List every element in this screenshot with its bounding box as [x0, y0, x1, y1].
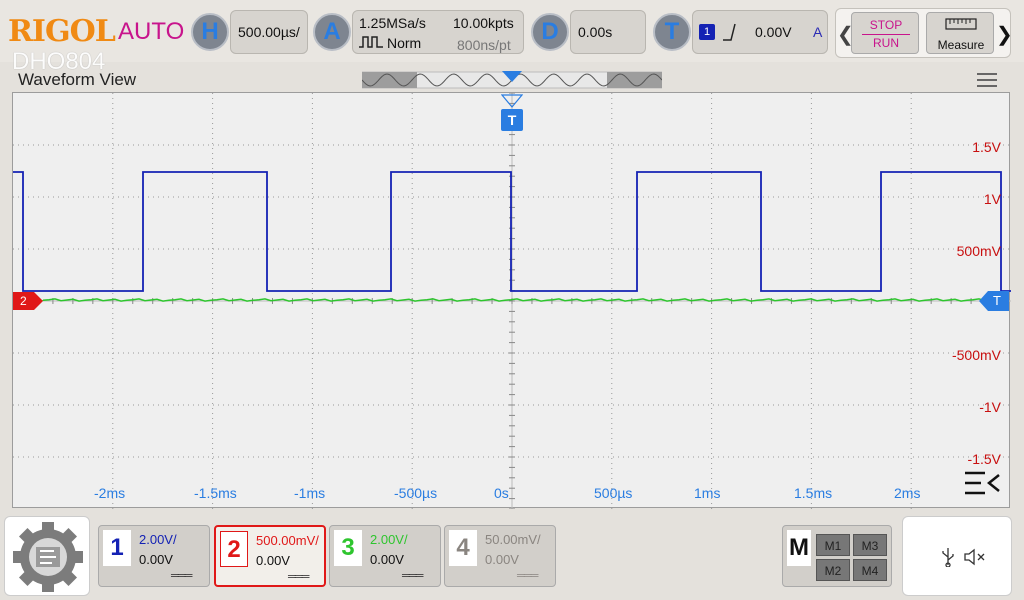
trigger-time-marker[interactable]: T — [501, 109, 523, 131]
stop-label: STOP — [869, 18, 903, 32]
acquire-badge[interactable]: A — [313, 13, 351, 51]
trigger-level: 0.00V — [755, 24, 792, 40]
ruler-icon — [945, 18, 977, 30]
waveform-display[interactable]: T 2 T 1.5V 1V 500mV -500mV -1V -1.5V -2ms -1.5… — [12, 92, 1011, 509]
channel-1-trace — [13, 171, 1011, 292]
run-label: RUN — [873, 36, 899, 50]
trigger-time-arrow — [501, 94, 523, 108]
channel-3-coupling: ═══ — [402, 570, 423, 582]
channel-3-trace — [42, 298, 992, 302]
math-m3-button[interactable]: M3 — [853, 534, 887, 556]
rigol-logo: RIGOL — [8, 14, 116, 49]
channel-3-panel[interactable]: 3 2.00V/ 0.00V ═══ — [329, 525, 441, 587]
run-stop-divider — [862, 34, 910, 35]
mute-icon[interactable] — [963, 547, 987, 567]
traces — [13, 171, 1011, 302]
time-axis-label: -2ms — [94, 485, 126, 501]
channel-1-panel[interactable]: 1 2.00V/ 0.00V ═══ — [98, 525, 210, 587]
voltage-axis-label: -500mV — [951, 347, 1001, 363]
delay-button[interactable]: 0.00s — [570, 10, 646, 54]
voltage-axis-label: -1V — [979, 399, 1001, 415]
horizontal-scale-button[interactable]: 500.00µs/ — [230, 10, 308, 54]
voltage-axis-label: -1.5V — [967, 451, 1001, 467]
trigger-status: AUTO — [118, 18, 185, 45]
channel-1-offset: 0.00V — [139, 552, 173, 567]
acquire-button[interactable]: 1.25MSa/s 10.00kpts Norm 800ns/pt — [352, 10, 524, 54]
time-axis-label: 0s — [494, 485, 509, 501]
sample-rate: 1.25MSa/s — [359, 15, 426, 31]
gear-logo-icon — [13, 522, 83, 592]
run-stop-button[interactable]: STOP RUN — [851, 12, 919, 54]
home-button[interactable] — [4, 516, 90, 596]
delay-badge[interactable]: D — [531, 13, 569, 51]
voltage-axis-label: 1.5V — [972, 139, 1001, 155]
channel-1-coupling: ═══ — [171, 570, 192, 582]
time-axis-label: 1.5ms — [794, 485, 833, 501]
time-axis-label: -1.5ms — [194, 485, 237, 501]
math-m1-button[interactable]: M1 — [816, 534, 850, 556]
channel-2-offset: 0.00V — [256, 553, 290, 568]
time-axis-label: 1ms — [694, 485, 721, 501]
channel-3-number: 3 — [334, 530, 362, 566]
horizontal-badge[interactable]: H — [191, 13, 229, 51]
channel-2-coupling: ═══ — [288, 571, 309, 583]
usb-icon — [942, 548, 954, 567]
channel-2-scale: 500.00mV/ — [256, 533, 319, 548]
time-axis-label: 2ms — [894, 485, 921, 501]
channel-2-panel[interactable]: 2 500.00mV/ 0.00V ═══ — [214, 525, 326, 587]
channel-4-scale: 50.00mV/ — [485, 532, 541, 547]
acquire-mode-icon — [359, 36, 383, 48]
channel-4-coupling: ═══ — [517, 570, 538, 582]
trigger-button[interactable]: 1 0.00V A — [692, 10, 828, 54]
top-bar: RIGOL AUTO DHO804 H 500.00µs/ A 1.25MSa/… — [0, 0, 1024, 75]
channel-4-offset: 0.00V — [485, 552, 519, 567]
channel-3-scale: 2.00V/ — [370, 532, 408, 547]
trigger-source: 1 — [699, 24, 715, 40]
rising-edge-icon — [723, 23, 736, 41]
acquire-mode: Norm — [387, 35, 422, 51]
channel-4-number: 4 — [449, 530, 477, 566]
math-label: M — [787, 530, 811, 566]
measure-button[interactable]: Measure — [926, 12, 994, 54]
memory-depth: 10.00kpts — [453, 15, 514, 31]
trigger-mode: A — [813, 24, 823, 40]
sample-interval: 800ns/pt — [457, 37, 511, 53]
math-m4-button[interactable]: M4 — [853, 559, 887, 581]
collapse-menu-icon[interactable] — [963, 469, 1003, 497]
waveform-view-title: Waveform View — [18, 70, 137, 89]
math-panel[interactable]: M M1 M3 M2 M4 — [782, 525, 892, 587]
time-axis-label: -1ms — [294, 485, 326, 501]
menu-icon[interactable] — [976, 72, 998, 88]
time-axis-label: -500µs — [394, 485, 438, 501]
channel-3-offset: 0.00V — [370, 552, 404, 567]
time-axis-label: 500µs — [594, 485, 633, 501]
trigger-position-marker[interactable] — [501, 70, 523, 84]
channel-2-number: 2 — [220, 531, 248, 567]
channel-1-scale: 2.00V/ — [139, 532, 177, 547]
chevron-right-icon[interactable]: ❯ — [996, 22, 1013, 47]
channel-4-panel[interactable]: 4 50.00mV/ 0.00V ═══ — [444, 525, 556, 587]
delay-value: 0.00s — [578, 24, 613, 40]
channel-1-number: 1 — [103, 530, 131, 566]
voltage-axis-label: 500mV — [956, 243, 1001, 259]
voltage-axis-label: 1V — [983, 191, 1001, 207]
math-m2-button[interactable]: M2 — [816, 559, 850, 581]
status-panel — [902, 516, 1012, 596]
measure-label: Measure — [937, 38, 985, 52]
horizontal-scale-value: 500.00µs/ — [238, 24, 300, 40]
trigger-badge[interactable]: T — [653, 13, 691, 51]
